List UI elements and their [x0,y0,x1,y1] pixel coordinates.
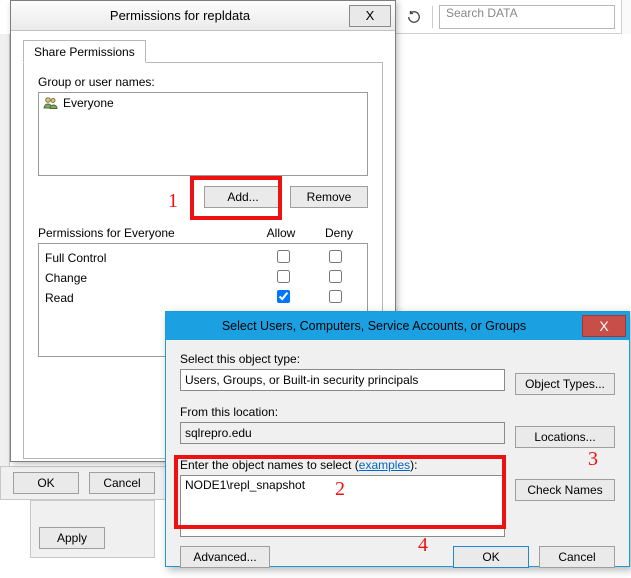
permissions-title-text: Permissions for repldata [11,8,349,23]
enter-names-label-b: ): [410,458,417,472]
background-panel [0,34,10,478]
list-item-label: Everyone [63,96,114,110]
object-types-button[interactable]: Object Types... [515,373,615,395]
explorer-toolbar: Search DATA [396,0,631,34]
ok-button[interactable]: OK [13,472,79,494]
allow-full-checkbox[interactable] [277,250,290,263]
ok-button[interactable]: OK [453,546,529,568]
background-apply-panel: Apply [30,500,155,558]
close-button[interactable]: X [349,5,391,27]
perm-name: Change [45,271,257,285]
select-users-titlebar[interactable]: Select Users, Computers, Service Account… [166,312,629,340]
allow-change-checkbox[interactable] [277,270,290,283]
apply-button[interactable]: Apply [39,527,105,549]
from-location-field [180,422,505,444]
tab-strip: Share Permissions [23,39,383,63]
permissions-for-label: Permissions for Everyone [38,226,252,240]
deny-change-checkbox[interactable] [329,270,342,283]
select-users-dialog: Select Users, Computers, Service Account… [165,311,630,567]
permissions-titlebar[interactable]: Permissions for repldata X [11,1,395,31]
user-listbox[interactable]: Everyone [38,92,368,176]
annotation-number-1: 1 [168,190,178,213]
table-row: Read [45,288,361,308]
object-type-field[interactable] [180,369,505,391]
perm-name: Full Control [45,251,257,265]
deny-full-checkbox[interactable] [329,250,342,263]
add-button[interactable]: Add... [204,186,282,208]
group-icon [43,96,59,110]
enter-names-label: Enter the object names to select (exampl… [180,458,505,472]
advanced-button[interactable]: Advanced... [180,546,270,568]
cancel-button[interactable]: Cancel [89,472,155,494]
deny-read-checkbox[interactable] [329,290,342,303]
examples-link[interactable]: examples [359,458,410,472]
annotation-number-4: 4 [418,534,428,557]
perm-name: Read [45,291,257,305]
tab-share-permissions[interactable]: Share Permissions [23,40,146,63]
annotation-number-2: 2 [335,478,345,501]
window-edge [621,0,631,34]
enter-names-label-a: Enter the object names to select ( [180,458,359,472]
background-button-row: OK Cancel [0,466,167,500]
search-input[interactable]: Search DATA [439,5,615,29]
column-deny: Deny [310,226,368,240]
table-row: Full Control [45,248,361,268]
object-type-label: Select this object type: [180,352,505,366]
toolbar-divider [432,6,433,28]
allow-read-checkbox[interactable] [277,290,290,303]
group-label: Group or user names: [38,75,368,89]
locations-button[interactable]: Locations... [515,426,615,448]
check-names-button[interactable]: Check Names [515,479,615,501]
from-location-label: From this location: [180,405,505,419]
column-allow: Allow [252,226,310,240]
annotation-number-3: 3 [588,448,598,471]
table-row: Change [45,268,361,288]
list-item[interactable]: Everyone [41,95,365,111]
select-users-title-text: Select Users, Computers, Service Account… [166,319,582,333]
close-button[interactable]: X [582,315,626,337]
remove-button[interactable]: Remove [290,186,368,208]
cancel-button[interactable]: Cancel [539,546,615,568]
refresh-icon[interactable] [402,5,426,29]
